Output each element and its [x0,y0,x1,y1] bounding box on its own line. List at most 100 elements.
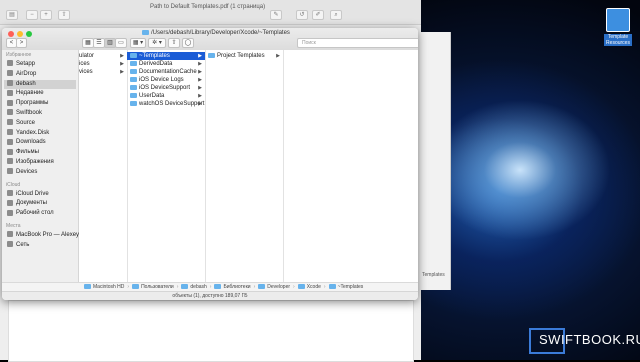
folder-icon [208,52,215,58]
browser-column[interactable]: ulator ▶ ices ▶ vices ▶ [79,50,128,282]
folder-icon [7,109,13,116]
folder-name: iOS DeviceSupport [139,85,191,91]
sidebar-item[interactable]: Недавние [4,89,76,98]
sidebar-item[interactable]: Документы [4,199,76,208]
sidebar-item[interactable]: Изображения [4,158,76,167]
background-finder-window[interactable]: Templates [420,32,451,290]
path-segment[interactable]: Macintosh HD [93,284,124,290]
folder-row[interactable]: DocumentationCache ▶ [127,68,205,76]
home-icon [7,80,13,87]
sidebar-item-label: debash [16,80,36,87]
sidebar-item[interactable]: Программы [4,99,76,108]
folder-icon [7,119,13,126]
folder-icon [130,92,137,98]
share-button[interactable]: ⇧ [168,38,180,48]
folder-row[interactable]: ulator ▶ [79,52,127,60]
folder-icon [181,284,189,290]
sidebar-item[interactable]: Source [4,119,76,128]
path-segment[interactable]: Xcode [307,284,321,290]
zoom-button[interactable] [26,31,32,37]
search-input[interactable]: Поиск [297,38,418,48]
sidebar-item-label: iCloud Drive [16,190,49,197]
sidebar-item[interactable]: Devices [4,168,76,177]
path-segment[interactable]: Библиотеки [223,284,250,290]
rotate-icon[interactable]: ↺ [296,10,308,20]
arrange-button[interactable]: ▦ ▾ [130,38,146,48]
close-button[interactable] [8,31,14,37]
action-gear-button[interactable]: ✲ ▾ [148,38,166,48]
markup-pen-icon[interactable]: ✎ [270,10,282,20]
path-segment[interactable]: Пользователи [141,284,174,290]
sidebar-item[interactable]: debash [4,79,76,89]
chevron-right-icon: ▶ [198,93,202,99]
folder-row[interactable]: vices ▶ [79,68,127,76]
folder-name: iOS Device Logs [139,77,184,83]
folder-icon [328,284,336,290]
folder-row[interactable]: DerivedData ▶ [127,60,205,68]
sidebar-item[interactable]: Сеть [4,241,76,250]
finder-sidebar: Избранное Setapp AirDrop debash Недавние Прог… [2,50,79,282]
download-icon [7,138,13,145]
folder-name: ~Templates [139,53,170,59]
folder-row[interactable]: iOS DeviceSupport ▶ [127,84,205,92]
chevron-right-icon: ▶ [120,69,124,75]
sidebar-item-label: Рабочий стол [16,210,54,217]
chevron-right-icon: › [323,284,326,290]
browser-column[interactable]: Project Templates ▶ [205,50,284,282]
folder-row[interactable]: ~Templates ▶ [127,52,205,60]
cloud-icon [7,129,13,136]
sidebar-item[interactable]: iCloud Drive [4,190,76,199]
sidebar-item[interactable]: MacBook Pro — Alexey [4,231,80,240]
sidebar-item[interactable]: AirDrop [4,70,76,79]
tag-button[interactable]: ◯ [182,38,194,48]
forward-button[interactable]: > [16,38,27,48]
status-bar: объекты (1), доступно 189,07 ГБ [2,291,418,300]
chevron-right-icon: › [293,284,295,290]
folder-row[interactable]: ices ▶ [79,60,127,68]
folder-row[interactable]: iOS Device Logs ▶ [127,76,205,84]
folder-row[interactable]: UserData ▶ [127,92,205,100]
zoom-out-icon[interactable]: − [26,10,38,20]
sidebar-item[interactable]: Yandex.Disk [4,129,76,138]
chevron-right-icon: ▶ [120,53,124,59]
share-icon[interactable]: ⇧ [58,10,70,20]
folder-row[interactable]: Project Templates ▶ [205,52,283,60]
folder-name: Project Templates [217,53,265,59]
chevron-right-icon: ▶ [198,85,202,91]
path-segment[interactable]: Developer [267,284,290,290]
zoom-in-icon[interactable]: + [40,10,52,20]
path-bar: Macintosh HD › Пользователи › debash › Библиот… [2,282,418,291]
minimize-button[interactable] [17,31,23,37]
sidebar-item-label: MacBook Pro — Alexey [16,232,80,238]
folder-icon [606,8,630,32]
sidebar-item[interactable]: Setapp [4,60,76,69]
folder-icon [132,284,140,290]
browser-column[interactable] [283,50,418,282]
desktop-folder-template-resources[interactable]: Template Resources [604,8,632,46]
sidebar-toggle-icon[interactable]: ▤ [6,10,18,20]
sidebar-section-header: iCloud [6,181,21,188]
sidebar-item[interactable]: Swiftbook [4,109,76,118]
window-title: /Users/debash/Library/Developer/Xcode/~T… [142,30,290,36]
preview-page [8,300,414,362]
folder-row[interactable]: watchOS DeviceSupport ▶ [127,100,205,108]
search-icon[interactable]: ⌕ [330,10,342,20]
path-segment[interactable]: debash [190,284,206,290]
view-gallery-button[interactable]: ▭ [115,38,127,48]
sidebar-item[interactable]: Фильмы [4,148,76,157]
sidebar-item-label: Source [16,119,36,126]
chevron-right-icon: ▶ [198,77,202,83]
sidebar-item[interactable]: Downloads [4,138,76,147]
chevron-right-icon: › [253,284,256,290]
chevron-right-icon: ▶ [120,61,124,67]
sidebar-item-label: Программы [16,100,49,107]
folder-icon [130,84,137,90]
film-icon [7,148,13,155]
folder-name: DocumentationCache [139,69,197,75]
airdrop-icon [7,70,13,77]
path-segment[interactable]: ~Templates [338,284,364,290]
annotate-icon[interactable]: ✐ [312,10,324,20]
browser-column[interactable]: ~Templates ▶ DerivedData ▶ DocumentationCach… [127,50,206,282]
folder-icon [130,100,137,106]
sidebar-item[interactable]: Рабочий стол [4,209,76,218]
